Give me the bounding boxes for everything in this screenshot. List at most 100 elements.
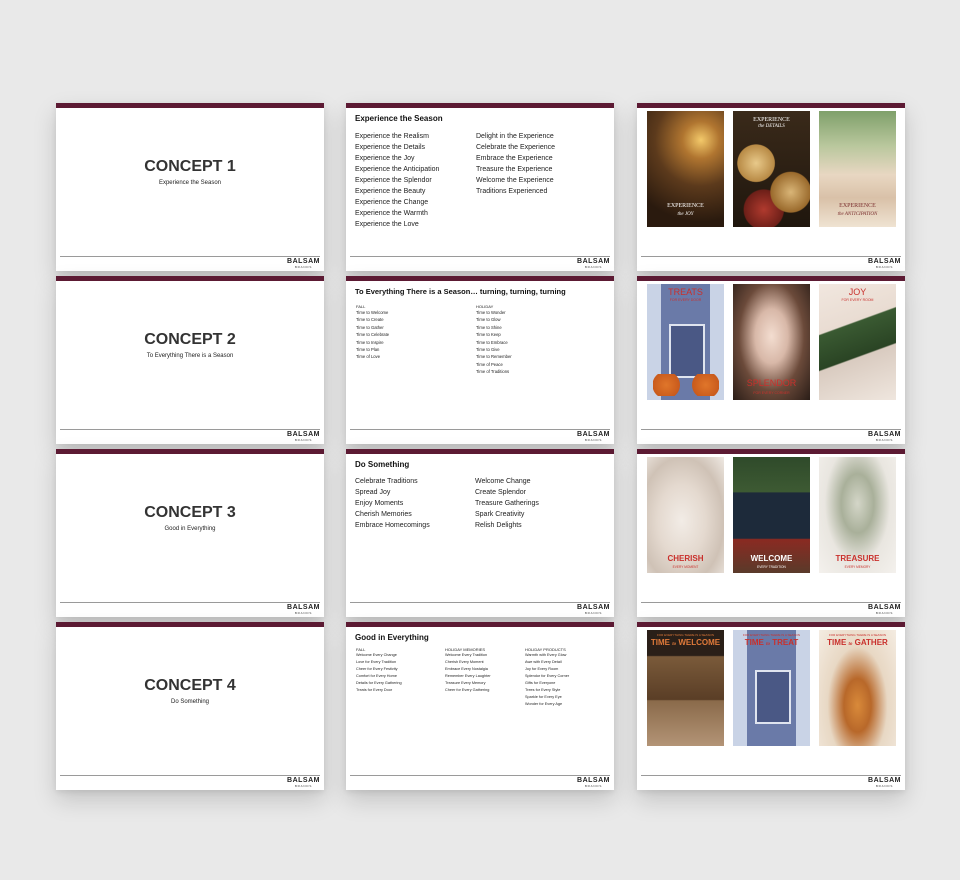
tagline-column-2: HOLIDAY MEMORIES Welcome Every Tradition… xyxy=(445,647,491,694)
tagline-item: Comfort for Every Home xyxy=(356,674,397,678)
slide-top-bar xyxy=(637,449,905,454)
photo-caption-small: FOR EVERYTHING THERE IS A SEASON xyxy=(742,633,801,637)
tagline-item: Treasure Gatherings xyxy=(475,500,539,507)
slide-top-bar xyxy=(56,276,324,281)
concept-2-image-slide[interactable]: TREATS FOR EVERY DOOR SPLENDOR FOR EVERY… xyxy=(637,276,905,444)
tagline-item: Wonder for Every Age xyxy=(525,702,563,706)
balsam-logo: BALSAM BRANDS xyxy=(287,258,320,269)
photo-caption-small: FOR EVERYTHING THERE IS A SEASON xyxy=(656,633,715,637)
tagline-item: Welcome the Experience xyxy=(476,177,554,184)
footer-rule xyxy=(60,775,320,776)
concept-3-tagline-slide[interactable]: Do Something Celebrate Traditions Spread… xyxy=(346,449,614,617)
tagline-item: Time to Plan xyxy=(356,347,380,353)
footer-rule xyxy=(350,429,610,430)
balsam-logo: BALSAM BRANDS xyxy=(287,431,320,442)
balsam-logo: BALSAM BRANDS xyxy=(287,604,320,615)
concept-3-title-slide[interactable]: CONCEPT 3 Good in Everything BALSAM BRAND… xyxy=(56,449,324,617)
concept-4-title-slide[interactable]: CONCEPT 4 Do Something BALSAM BRANDS xyxy=(56,622,324,790)
slide-top-bar xyxy=(346,103,614,108)
tagline-item: Time of Love xyxy=(356,354,381,360)
tagline-item: Experience the Realism xyxy=(355,133,429,140)
photo-caption-sub: EVERY TRADITION xyxy=(757,565,786,569)
tagline-column-1: FALL Welcome Every Change Love for Every… xyxy=(356,647,402,694)
tagline-item: Cherish Every Moment xyxy=(445,660,484,664)
tagline-item: Enjoy Moments xyxy=(355,500,404,507)
tagline-item: Embrace Every Nostalgia xyxy=(445,667,488,671)
tagline-item: Time to Welcome xyxy=(356,310,389,315)
photo-caption-sub: FOR EVERY DOOR xyxy=(669,298,702,302)
photo-ornaments: EXPERIENCE the DETAILS xyxy=(733,111,810,227)
concept-3-image-slide[interactable]: CHERISH EVERY MOMENT WELCOME EVERY TRADI… xyxy=(637,449,905,617)
photo-dog-at-door: FOR EVERYTHING THERE IS A SEASON TIME to… xyxy=(647,630,724,746)
tagline-item: Spread Joy xyxy=(355,489,391,496)
concept-title: CONCEPT 1 xyxy=(144,158,236,175)
tagline-item: Awe with Every Detail xyxy=(525,660,562,664)
concept-subtitle: Do Something xyxy=(170,699,210,705)
concept-title: CONCEPT 4 xyxy=(144,677,236,694)
concept-1-image-slide[interactable]: EXPERIENCE the JOY EXPERIENCE the DETAIL… xyxy=(637,103,905,271)
footer-rule xyxy=(641,775,901,776)
slide-title: Good in Everything xyxy=(355,633,429,642)
photo-caption-sub: FOR EVERY ROOM xyxy=(841,298,874,302)
photo-caption-sub: FOR EVERY CORNER xyxy=(753,391,790,395)
tagline-item: Welcome Every Change xyxy=(356,653,397,657)
slide-title: Do Something xyxy=(355,460,410,469)
tagline-column-2: Welcome Change Create Splendor Treasure … xyxy=(475,476,539,531)
slide-title: Experience the Season xyxy=(355,114,443,123)
photo-front-door: TREATS FOR EVERY DOOR xyxy=(647,284,724,400)
tagline-item: Traditions Experienced xyxy=(476,188,548,195)
tagline-item: Warmth with Every Glow xyxy=(525,653,567,657)
tagline-item: Joy for Every Room xyxy=(525,667,559,671)
concept-subtitle: Good in Everything xyxy=(164,526,216,532)
footer-rule xyxy=(350,602,610,603)
photo-caption: EXPERIENCE xyxy=(667,203,704,209)
tagline-item: Experience the Splendor xyxy=(355,177,432,184)
tagline-item: Experience the Joy xyxy=(355,155,415,162)
photo-blue-door-treat: FOR EVERYTHING THERE IS A SEASON TIME to… xyxy=(733,630,810,746)
tagline-item: Time to Wonder xyxy=(476,310,506,315)
photo-caption-sub: the DETAILS xyxy=(758,124,785,129)
tagline-item: Treats for Every Door xyxy=(356,688,393,692)
photo-table-gathering: FOR EVERYTHING THERE IS A SEASON TIME to… xyxy=(819,630,896,746)
concept-2-title-slide[interactable]: CONCEPT 2 To Everything There is a Seaso… xyxy=(56,276,324,444)
tagline-column-1: FALL Time to Welcome Time to Create Time… xyxy=(356,304,389,361)
slide-top-bar xyxy=(56,622,324,627)
tagline-item: Cherish Memories xyxy=(355,511,412,518)
balsam-logo: BALSAM BRANDS xyxy=(577,431,610,442)
concept-1-tagline-slide[interactable]: Experience the Season Experience the Rea… xyxy=(346,103,614,271)
tagline-item: Experience the Love xyxy=(355,221,419,228)
tagline-item: Time of Traditions xyxy=(476,369,510,375)
tagline-item: Embrace the Experience xyxy=(476,155,553,162)
tagline-item: Gifts for Everyone xyxy=(525,681,556,685)
tagline-item: Experience the Beauty xyxy=(355,188,426,195)
tagline-item: Splendor for Every Corner xyxy=(525,674,570,678)
concept-2-tagline-slide[interactable]: To Everything There is a Season… turning… xyxy=(346,276,614,444)
tagline-item: Welcome Every Tradition xyxy=(445,653,488,657)
tagline-item: Time to Gather xyxy=(356,324,384,330)
photo-caption: TREASURE xyxy=(835,554,880,563)
tagline-item: Sparkle for Every Eye xyxy=(525,695,562,699)
photo-caption-sub: EVERY MEMORY xyxy=(844,565,871,569)
tagline-item: Time to Glow xyxy=(476,317,501,323)
balsam-logo: BALSAM BRANDS xyxy=(868,431,901,442)
photo-caption: TREATS xyxy=(668,287,703,297)
photo-caption-sub: the ANTICIPATION xyxy=(837,212,878,217)
concept-1-title-slide[interactable]: CONCEPT 1 Experience the Season BALSAM BR… xyxy=(56,103,324,271)
footer-rule xyxy=(641,256,901,257)
concept-4-tagline-slide[interactable]: Good in Everything FALL Welcome Every Ch… xyxy=(346,622,614,790)
tagline-item: Time to Create xyxy=(356,317,384,323)
tagline-item: Time to Celebrate xyxy=(356,332,390,338)
balsam-logo: BALSAM BRANDS xyxy=(868,777,901,788)
photo-staircase-garland: JOY FOR EVERY ROOM xyxy=(819,284,896,400)
tagline-item: Cheer for Every Festivity xyxy=(356,667,398,671)
tagline-item: Time to Remember xyxy=(476,354,512,360)
concept-4-image-slide[interactable]: FOR EVERYTHING THERE IS A SEASON TIME to… xyxy=(637,622,905,790)
tagline-item: Treasure the Experience xyxy=(476,166,553,173)
slide-top-bar xyxy=(56,103,324,108)
concept-title: CONCEPT 3 xyxy=(144,504,236,521)
photo-caption-sub: the JOY xyxy=(677,212,694,217)
tagline-item: Embrace Homecomings xyxy=(355,522,430,529)
balsam-logo: BALSAM BRANDS xyxy=(577,604,610,615)
balsam-logo: BALSAM BRANDS xyxy=(868,604,901,615)
tagline-item: Relish Delights xyxy=(475,522,522,529)
